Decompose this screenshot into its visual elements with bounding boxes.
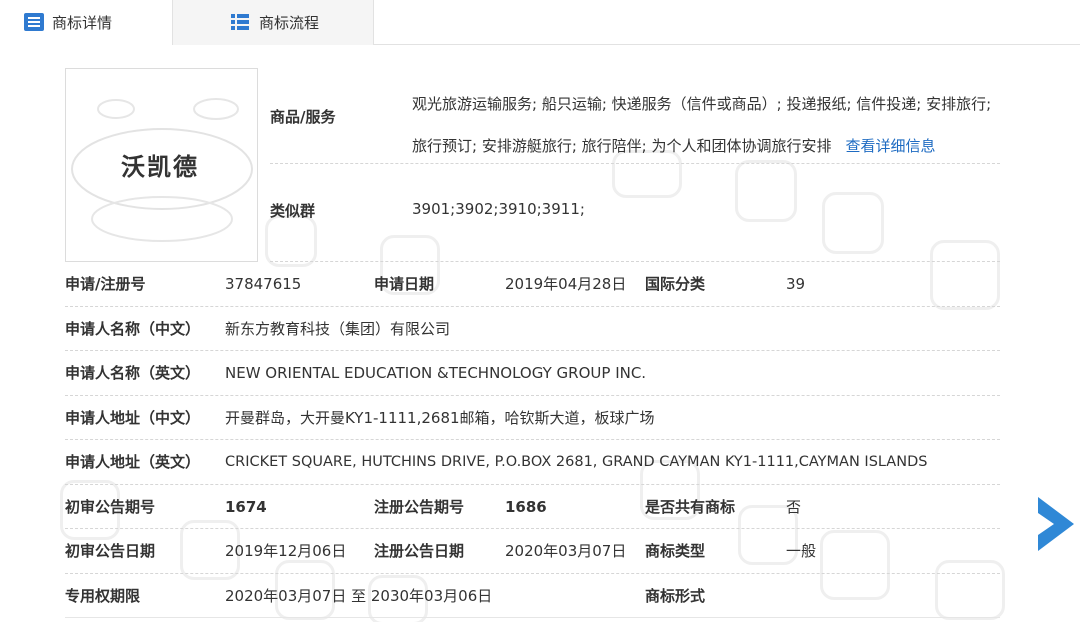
address-cn-label: 申请人地址（中文） <box>65 408 201 427</box>
view-details-link[interactable]: 查看详细信息 <box>845 137 935 155</box>
tab-label: 商标流程 <box>259 14 320 32</box>
applicant-en-label: 申请人名称（英文） <box>65 364 201 382</box>
prelim-no-label: 初审公告期号 <box>65 497 156 516</box>
tm-type-value: 一般 <box>786 542 817 560</box>
intl-class-value: 39 <box>786 275 806 293</box>
reg-pub-date-value: 2020年03月07日 <box>505 542 627 560</box>
trademark-summary: 商品/服务 观光旅游运输服务; 船只运输; 快递服务（信件或商品）; 投递报纸;… <box>270 68 1000 262</box>
prelim-date-value: 2019年12月06日 <box>225 542 347 560</box>
next-arrow-button[interactable] <box>1036 495 1076 553</box>
reg-no-label: 申请/注册号 <box>65 275 146 293</box>
reg-pub-date-label: 注册公告日期 <box>374 542 465 560</box>
similar-group-row: 类似群 3901;3902;3910;3911; <box>270 164 1000 262</box>
goods-services-label: 商品/服务 <box>270 108 336 126</box>
table-row: 专用权期限 2020年03月07日 至 2030年03月06日 商标形式 <box>65 574 1000 618</box>
table-row: 申请人地址（中文） 开曼群岛，大开曼KY1-1111,2681邮箱，哈钦斯大道，… <box>65 396 1000 440</box>
tab-label: 商标详情 <box>52 13 113 32</box>
tab-bar: 商标详情 商标流程 <box>0 0 1080 46</box>
address-en-value: CRICKET SQUARE, HUTCHINS DRIVE, P.O.BOX … <box>225 454 928 470</box>
tab-trademark-details[interactable]: 商标详情 <box>0 0 172 46</box>
table-row: 申请/注册号 37847615 申请日期 2019年04月28日 国际分类 39 <box>65 262 1000 307</box>
similar-group-value: 3901;3902;3910;3911; <box>412 200 585 218</box>
trademark-text: 沃凯德 <box>121 153 199 181</box>
validity-value: 2020年03月07日 至 2030年03月06日 <box>225 586 493 605</box>
shared-label: 是否共有商标 <box>645 497 736 516</box>
table-row: 申请人地址（英文） CRICKET SQUARE, HUTCHINS DRIVE… <box>65 440 1000 485</box>
apply-date-value: 2019年04月28日 <box>505 275 627 293</box>
tab-trademark-process[interactable]: 商标流程 <box>172 0 374 45</box>
chevron-right-icon <box>1038 497 1074 551</box>
address-cn-value: 开曼群岛，大开曼KY1-1111,2681邮箱，哈钦斯大道，板球广场 <box>225 408 655 427</box>
trademark-detail-table: 申请/注册号 37847615 申请日期 2019年04月28日 国际分类 39… <box>65 262 1000 618</box>
tm-type-label: 商标类型 <box>645 542 706 560</box>
shared-value: 否 <box>786 497 802 516</box>
applicant-cn-label: 申请人名称（中文） <box>65 319 201 338</box>
reg-pub-no-value: 1686 <box>505 497 547 516</box>
list-view-icon <box>231 13 251 32</box>
table-row: 申请人名称（英文） NEW ORIENTAL EDUCATION &TECHNO… <box>65 351 1000 396</box>
validity-label: 专用权期限 <box>65 586 141 605</box>
prelim-date-label: 初审公告日期 <box>65 542 156 560</box>
document-list-icon <box>24 13 44 31</box>
reg-pub-no-label: 注册公告期号 <box>374 497 465 516</box>
goods-services-value: 观光旅游运输服务; 船只运输; 快递服务（信件或商品）; 投递报纸; 信件投递;… <box>412 83 1000 167</box>
applicant-en-value: NEW ORIENTAL EDUCATION &TECHNOLOGY GROUP… <box>225 364 647 382</box>
table-row: 初审公告日期 2019年12月06日 注册公告日期 2020年03月07日 商标… <box>65 529 1000 574</box>
prelim-no-value: 1674 <box>225 497 267 516</box>
applicant-cn-value: 新东方教育科技（集团）有限公司 <box>225 319 451 338</box>
apply-date-label: 申请日期 <box>374 275 435 293</box>
address-en-label: 申请人地址（英文） <box>65 453 201 471</box>
table-row: 申请人名称（中文） 新东方教育科技（集团）有限公司 <box>65 307 1000 351</box>
reg-no-value: 37847615 <box>225 275 302 293</box>
intl-class-label: 国际分类 <box>645 275 706 293</box>
tm-form-label: 商标形式 <box>645 586 706 605</box>
table-row: 初审公告期号 1674 注册公告期号 1686 是否共有商标 否 <box>65 485 1000 529</box>
goods-services-row: 商品/服务 观光旅游运输服务; 船只运输; 快递服务（信件或商品）; 投递报纸;… <box>270 68 1000 164</box>
similar-group-label: 类似群 <box>270 202 316 220</box>
trademark-image: 沃凯德 <box>65 68 258 262</box>
